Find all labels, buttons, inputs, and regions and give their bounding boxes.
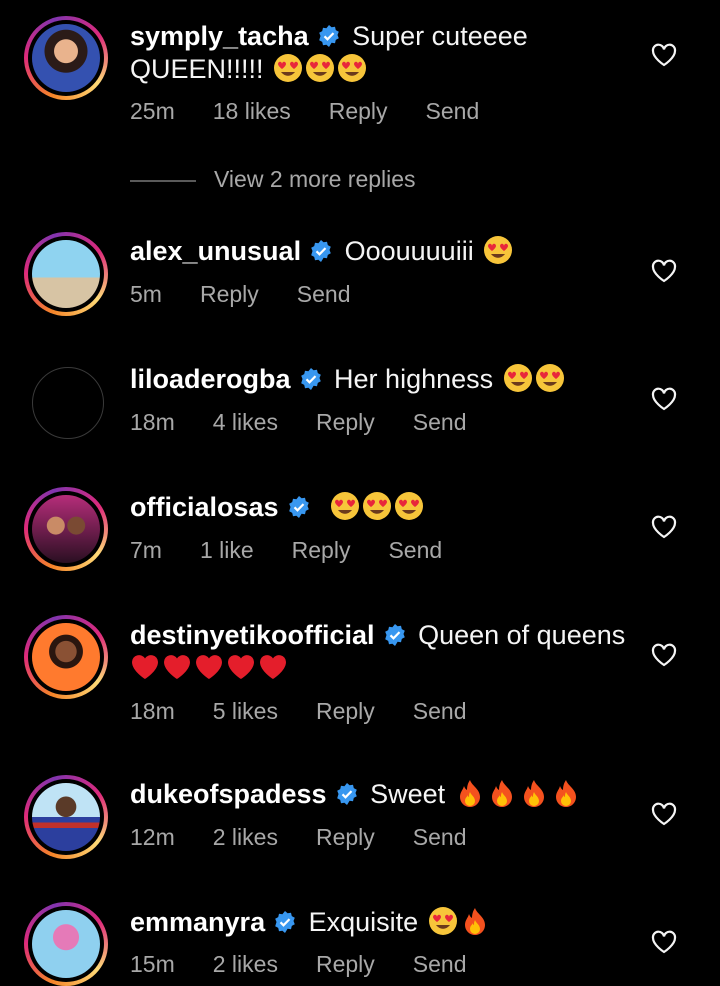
verified-badge-icon [300, 368, 321, 390]
like-heart-icon[interactable] [651, 259, 677, 283]
like-heart-icon[interactable] [651, 43, 677, 67]
fire-emoji-icon [459, 780, 480, 807]
avatar[interactable] [24, 232, 108, 316]
emoji-group [271, 54, 367, 84]
send-button[interactable]: Send [413, 824, 467, 851]
heart-eyes-emoji-icon [484, 236, 513, 264]
replies-divider [130, 179, 196, 182]
heart-eyes-emoji-icon [363, 492, 392, 520]
avatar[interactable] [24, 615, 108, 699]
verified-badge-icon [275, 911, 295, 933]
comment-time: 12m [130, 824, 175, 850]
likes-count[interactable]: 4 likes [213, 409, 278, 436]
reply-button[interactable]: Reply [316, 409, 375, 436]
red-heart-emoji-icon [228, 655, 254, 679]
heart-eyes-emoji-icon [338, 54, 367, 82]
verified-badge-icon [336, 783, 357, 805]
comment-username[interactable]: liloaderogba [130, 364, 291, 394]
emoji-group [130, 653, 288, 683]
heart-eyes-emoji-icon [306, 54, 335, 82]
send-button[interactable]: Send [426, 98, 480, 125]
send-button[interactable]: Send [413, 698, 467, 725]
reply-button[interactable]: Reply [316, 951, 375, 978]
red-heart-emoji-icon [132, 655, 158, 679]
heart-eyes-emoji-icon [331, 492, 360, 520]
comment-time: 18m [130, 698, 175, 724]
like-heart-icon[interactable] [651, 387, 677, 411]
comment-username[interactable]: alex_unusual [130, 236, 301, 266]
comment-time: 25m [130, 98, 175, 124]
likes-count[interactable]: 18 likes [213, 98, 291, 125]
verified-badge-icon [311, 240, 331, 262]
heart-eyes-emoji-icon [535, 364, 564, 392]
reply-button[interactable]: Reply [292, 537, 351, 564]
verified-badge-icon [384, 624, 405, 646]
reply-button[interactable]: Reply [329, 98, 388, 125]
comment-text: Exquisite [308, 907, 419, 937]
likes-count[interactable]: 1 like [200, 537, 254, 564]
likes-count[interactable]: 5 likes [213, 698, 278, 725]
verified-badge-icon [288, 496, 309, 518]
send-button[interactable]: Send [413, 409, 467, 436]
send-button[interactable]: Send [388, 537, 442, 564]
comment-username[interactable]: destinyetikoofficial [130, 620, 375, 650]
comment-text: Sweet [370, 779, 446, 809]
heart-eyes-emoji-icon [503, 364, 532, 392]
comment-username[interactable]: officialosas [130, 492, 279, 522]
comment-username[interactable]: symply_tacha [130, 21, 309, 51]
view-replies-label[interactable]: View 2 more replies [214, 166, 416, 192]
send-button[interactable]: Send [297, 281, 351, 308]
like-heart-icon[interactable] [651, 643, 677, 667]
verified-badge-icon [318, 25, 339, 47]
reply-button[interactable]: Reply [200, 281, 259, 308]
avatar[interactable] [32, 367, 104, 439]
fire-emoji-icon [464, 908, 485, 935]
likes-count[interactable]: 2 likes [213, 951, 278, 978]
heart-eyes-emoji-icon [428, 907, 457, 935]
red-heart-emoji-icon [164, 655, 190, 679]
comment-username[interactable]: dukeofspadess [130, 779, 327, 809]
reply-button[interactable]: Reply [316, 824, 375, 851]
comment-time: 5m [130, 281, 162, 307]
fire-emoji-icon [555, 780, 576, 807]
send-button[interactable]: Send [413, 951, 467, 978]
heart-eyes-emoji-icon [395, 492, 424, 520]
red-heart-emoji-icon [196, 655, 222, 679]
like-heart-icon[interactable] [651, 930, 677, 954]
like-heart-icon[interactable] [651, 802, 677, 826]
like-heart-icon[interactable] [651, 515, 677, 539]
comment-text: Queen of queens [418, 620, 626, 650]
avatar[interactable] [24, 775, 108, 859]
red-heart-emoji-icon [260, 655, 286, 679]
comment-time: 7m [130, 537, 162, 563]
fire-emoji-icon [491, 780, 512, 807]
comment-text: Ooouuuuiii [344, 236, 474, 266]
fire-emoji-icon [523, 780, 544, 807]
avatar[interactable] [24, 902, 108, 986]
view-replies-link[interactable]: View 2 more replies [130, 166, 416, 193]
likes-count[interactable]: 2 likes [213, 824, 278, 851]
reply-button[interactable]: Reply [316, 698, 375, 725]
heart-eyes-emoji-icon [274, 54, 303, 82]
comment-text: Her highness [334, 364, 494, 394]
comment-username[interactable]: emmanyra [130, 907, 265, 937]
comment-time: 18m [130, 409, 175, 435]
avatar[interactable] [24, 16, 108, 100]
avatar[interactable] [24, 487, 108, 571]
comment-time: 15m [130, 951, 175, 977]
